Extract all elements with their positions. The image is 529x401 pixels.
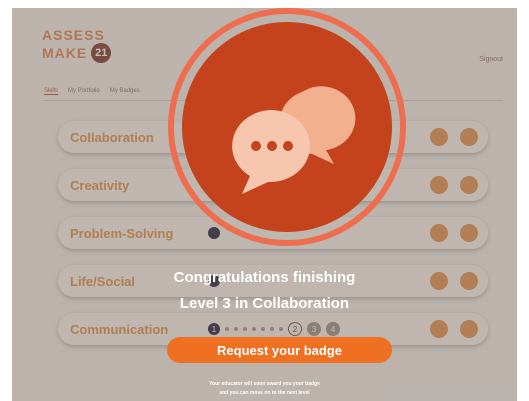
app-screen: ASSESS MAKE 21 Signout Skills My Portfol… [12,8,517,401]
badge-circle [182,22,392,232]
educator-note-line-1: Your educator will soon award you your b… [209,381,320,387]
request-badge-button[interactable]: Request your badge [167,337,392,363]
chat-bubbles-icon [232,86,356,194]
congrats-line-2: Level 3 in Collaboration [179,295,350,312]
badge-ring [168,8,406,246]
congrats-line-1: Congratulations finishing [173,269,356,286]
educator-note-line-2: and you can move on to the next level [219,390,310,396]
